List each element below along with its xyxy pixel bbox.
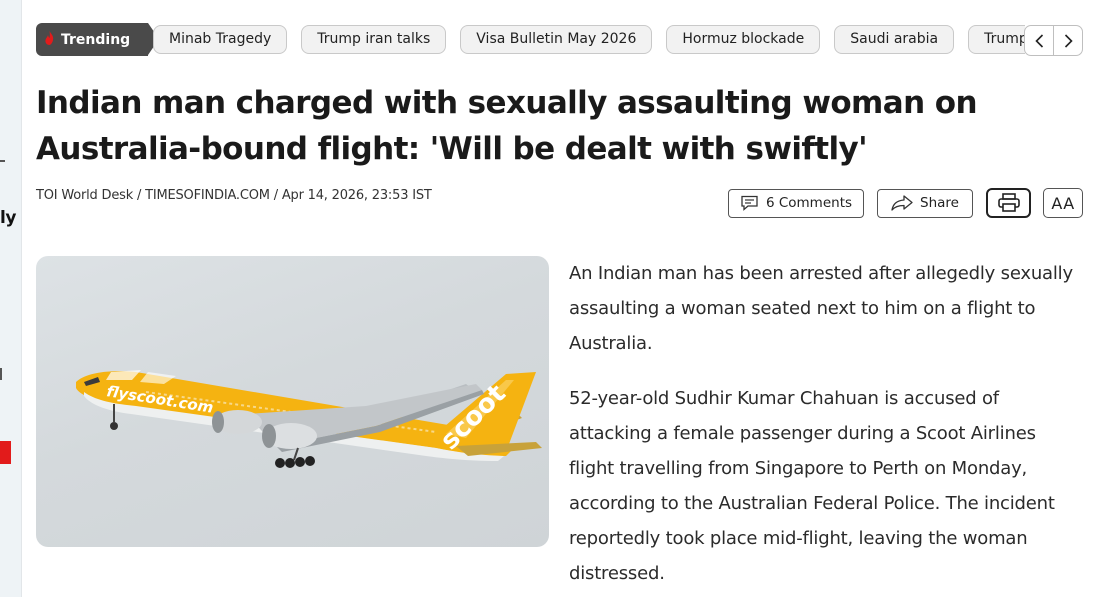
trending-chip[interactable]: Saudi arabia — [834, 25, 955, 54]
printer-icon — [997, 193, 1020, 213]
trending-chip[interactable]: Minab Tragedy — [153, 25, 288, 54]
chevron-left-icon[interactable] — [1025, 26, 1053, 55]
article-paragraph: 52-year-old Sudhir Kumar Chahuan is accu… — [569, 388, 1055, 584]
trending-topics: Minab Tragedy Trump iran talks Visa Bullet… — [153, 25, 1025, 55]
trending-chip[interactable]: Trump — [968, 25, 1025, 54]
article-actions: 6 Comments Share AA — [728, 188, 1083, 218]
share-icon — [891, 195, 913, 211]
trending-chip[interactable]: Visa Bulletin May 2026 — [460, 25, 653, 54]
article-byline: TOI World Desk / TIMESOFINDIA.COM / Apr … — [36, 188, 432, 203]
trending-chip[interactable]: Trump iran talks — [301, 25, 447, 54]
trending-bar: Trending Minab Tragedy Trump iran talks Vi… — [36, 23, 1083, 57]
panel-fragment-mark — [0, 368, 2, 380]
article-image: flyscoot.com scoot — [36, 256, 549, 547]
trending-badge: Trending — [36, 23, 159, 56]
trending-nav — [1024, 25, 1083, 56]
print-button[interactable] — [986, 188, 1031, 218]
article-headline: Indian man charged with sexually assault… — [36, 85, 978, 167]
chevron-right-icon[interactable] — [1053, 26, 1082, 55]
comment-icon — [740, 195, 759, 211]
article-body: An Indian man has been arrested after al… — [569, 256, 1085, 597]
share-button[interactable]: Share — [877, 188, 973, 218]
panel-fragment-mark — [0, 160, 5, 162]
comments-button[interactable]: 6 Comments — [728, 188, 864, 218]
trending-label: Trending — [61, 31, 131, 48]
share-label: Share — [920, 195, 959, 211]
flame-icon — [45, 30, 54, 49]
comments-count-label: 6 Comments — [765, 195, 853, 211]
panel-red-badge[interactable] — [0, 441, 11, 464]
scoot-aircraft-illustration: flyscoot.com scoot — [76, 370, 542, 468]
panel-text-fragment: ly — [0, 208, 16, 228]
trending-chip[interactable]: Hormuz blockade — [666, 25, 821, 54]
font-size-button[interactable]: AA — [1043, 188, 1083, 218]
left-panel-edge: ly — [0, 0, 22, 597]
article-paragraph: An Indian man has been arrested after al… — [569, 263, 1073, 354]
